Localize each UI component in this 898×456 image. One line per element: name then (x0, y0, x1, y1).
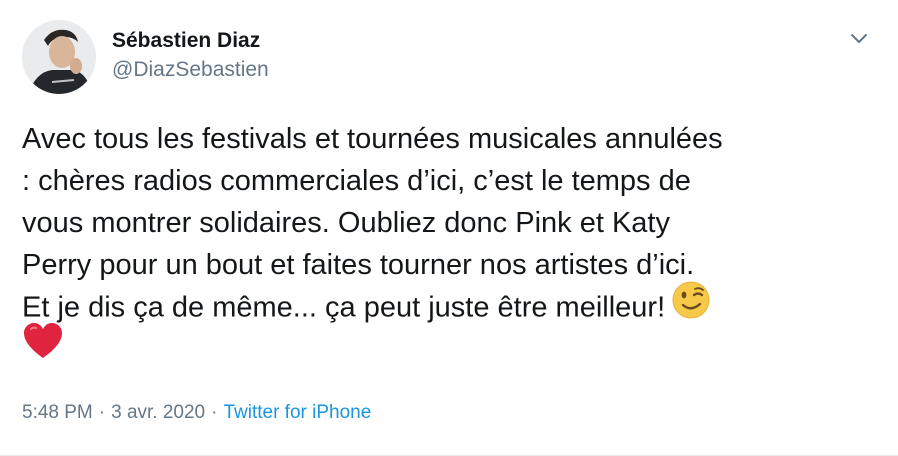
tweet-text-line: vous montrer solidaires. Oubliez donc Pi… (22, 207, 670, 239)
tweet-text-line: Et je dis ça de même... ça peut juste êt… (22, 291, 666, 324)
tweet-date[interactable]: 3 avr. 2020 (111, 402, 205, 423)
tweet-time[interactable]: 5:48 PM (22, 402, 93, 423)
red-heart-emoji-icon (22, 322, 64, 372)
tweet-text-line: Avec tous les festivals et tournées musi… (22, 123, 723, 155)
heart-line (22, 323, 882, 370)
tweet-text-line-with-emoji: Et je dis ça de même... ça peut juste êt… (22, 281, 882, 328)
tweet-text-line: : chères radios commerciales d’ici, c’es… (22, 165, 691, 197)
separator: · (211, 402, 218, 423)
separator: · (98, 402, 106, 423)
chevron-down-icon[interactable] (846, 26, 872, 52)
avatar[interactable] (22, 20, 96, 94)
author-name[interactable]: Sébastien Diaz (112, 29, 260, 53)
tweet-card: Sébastien Diaz @DiazSebastien Avec tous … (0, 0, 898, 456)
tweet-source-link[interactable]: Twitter for iPhone (223, 402, 371, 423)
avatar-photo (22, 20, 96, 94)
author-handle[interactable]: @DiazSebastien (112, 58, 269, 82)
tweet-text: Avec tous les festivals et tournées musi… (22, 118, 882, 370)
tweet-text-line: Perry pour un bout et faites tourner nos… (22, 249, 695, 281)
winking-face-emoji-icon (671, 280, 711, 332)
tweet-metadata: 5:48 PM · 3 avr. 2020 · Twitter for iPhone (22, 402, 371, 424)
